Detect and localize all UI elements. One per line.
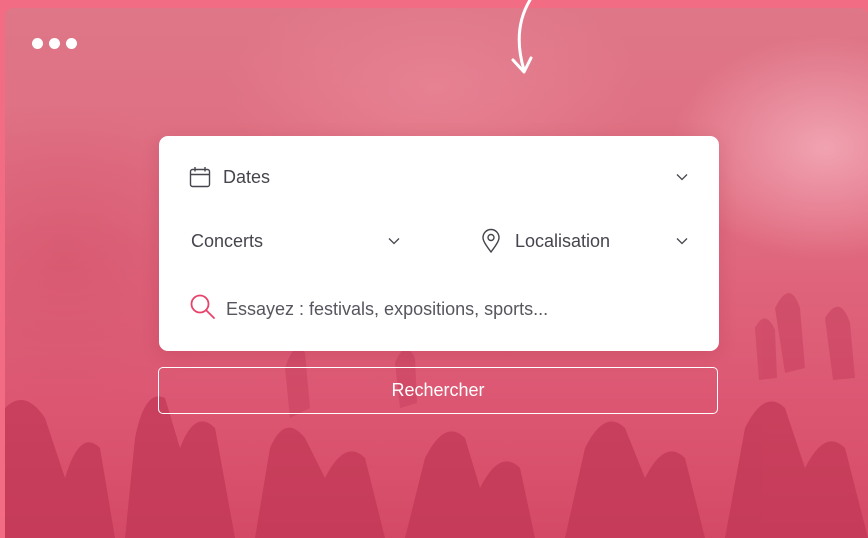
dates-dropdown[interactable]: Dates [189, 162, 694, 192]
window-dot[interactable] [66, 38, 77, 49]
category-value: Concerts [191, 231, 264, 251]
location-dropdown[interactable]: Localisation [481, 226, 694, 256]
search-input[interactable]: Essayez : festivals, expositions, sports… [189, 291, 694, 325]
dates-label: Dates [223, 167, 271, 187]
window-dot[interactable] [49, 38, 60, 49]
search-placeholder: Essayez : festivals, expositions, sports… [226, 299, 549, 319]
location-pin-icon [482, 228, 500, 254]
chevron-down-icon [676, 238, 688, 245]
curved-arrow-icon [511, 0, 533, 74]
search-icon [190, 294, 215, 319]
search-button[interactable]: Rechercher [158, 367, 718, 414]
chevron-down-icon [676, 174, 688, 181]
window-controls [32, 38, 77, 49]
category-dropdown[interactable]: Concerts [191, 226, 401, 256]
calendar-icon [189, 167, 211, 188]
search-card: Dates Concerts Localisation Essayez: fe… [159, 136, 719, 351]
app-frame: Dates Concerts Localisation Essayez: fe… [0, 0, 868, 538]
chevron-down-icon [388, 238, 400, 245]
location-label: Localisation [515, 231, 611, 251]
window-dot[interactable] [32, 38, 43, 49]
